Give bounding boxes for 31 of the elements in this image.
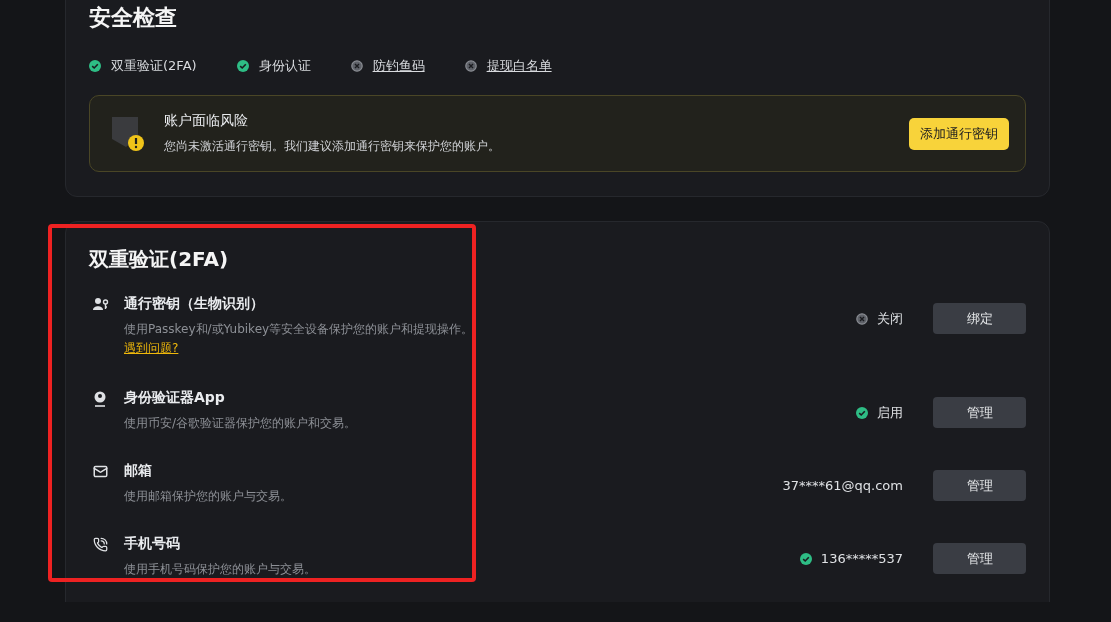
status-text: 启用	[877, 403, 903, 422]
method-button[interactable]: 绑定	[933, 303, 1026, 334]
method-button[interactable]: 管理	[933, 543, 1026, 574]
section-title: 双重验证(2FA)	[89, 246, 229, 273]
method-name: 手机号码	[124, 535, 180, 553]
method-description: 使用Passkey和/或Yubikey等安全设备保护您的账户和提现操作。	[124, 321, 474, 338]
check-item-label[interactable]: 提现白名单	[486, 57, 552, 75]
status-text: 关闭	[877, 309, 903, 328]
phone-icon	[93, 537, 108, 552]
person-icon	[93, 391, 107, 407]
method-description: 使用手机号码保护您的账户与交易。	[124, 561, 316, 578]
method-name: 邮箱	[124, 462, 152, 480]
mail-icon	[93, 464, 108, 479]
alert-title: 账户面临风险	[164, 112, 248, 130]
status-text: 37****61@qq.com	[782, 478, 903, 493]
status-text: 136*****537	[820, 551, 903, 566]
alert-message: 您尚未激活通行密钥。我们建议添加通行密钥来保护您的账户。	[164, 138, 500, 155]
users-icon	[93, 297, 109, 311]
method-name: 通行密钥（生物识别）	[124, 295, 264, 313]
method-name: 身份验证器App	[124, 389, 225, 407]
method-description: 使用邮箱保护您的账户与交易。	[124, 488, 292, 505]
check-item-label: 双重验证(2FA)	[111, 57, 197, 75]
method-description: 使用币安/谷歌验证器保护您的账户和交易。	[124, 415, 357, 432]
section-title: 安全检查	[89, 4, 177, 32]
check-item-label: 身份认证	[258, 57, 311, 75]
shield-warning-icon	[110, 114, 146, 153]
check-item-label[interactable]: 防钓鱼码	[372, 57, 425, 75]
help-link[interactable]: 遇到问题?	[124, 340, 179, 357]
method-button[interactable]: 管理	[933, 470, 1026, 501]
method-button[interactable]: 管理	[933, 397, 1026, 428]
add-passkey-button[interactable]: 添加通行密钥	[909, 117, 1009, 150]
